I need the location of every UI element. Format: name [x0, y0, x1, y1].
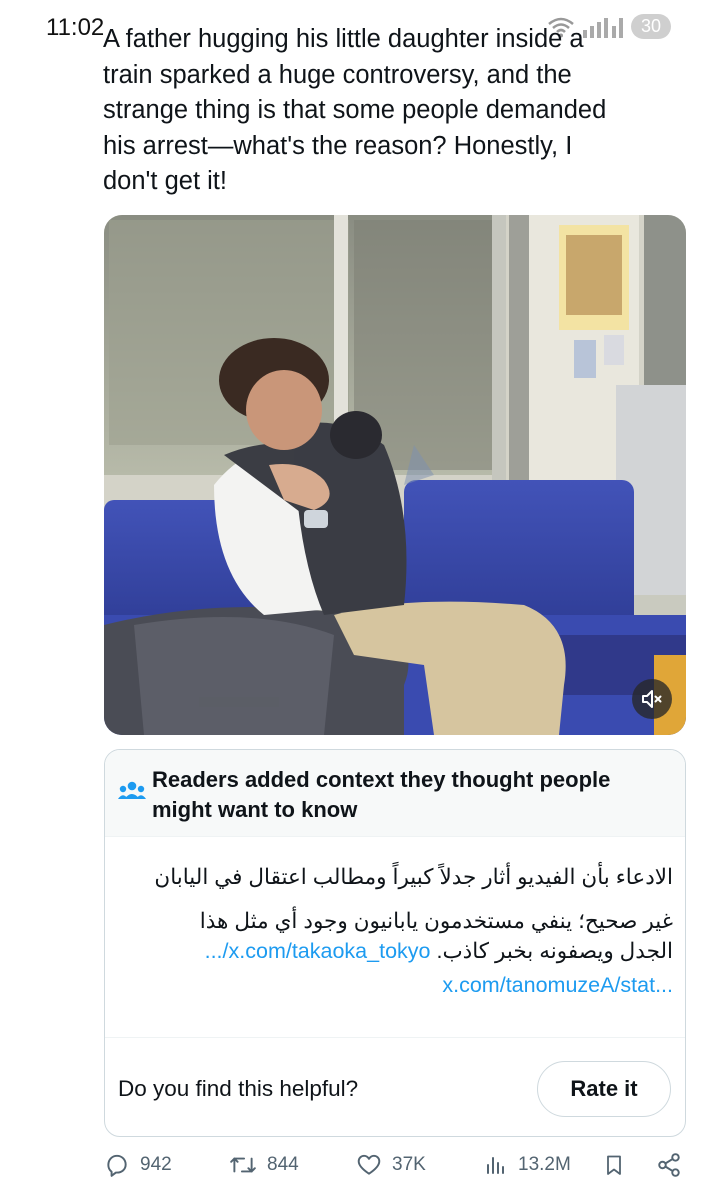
post-text-line: strange thing is that some people demand… [103, 96, 607, 124]
status-time: 11:02 [46, 14, 105, 41]
note-body-line-with-link: الجدل ويصفونه بخبر كاذب. x.com/takaoka_t… [113, 937, 673, 965]
note-body-line: غير صحيح؛ ينفي مستخدمون يابانيون وجود أي… [199, 909, 673, 933]
video-player[interactable] [104, 215, 686, 735]
bookmark-icon [607, 1155, 621, 1175]
post-text-line: A father hugging his little daughter ins… [103, 25, 584, 53]
community-note-title: Readers added context they thought peopl… [152, 765, 672, 825]
reply-button[interactable]: 942 [104, 1152, 172, 1178]
like-button[interactable]: 37K [356, 1152, 426, 1178]
mute-button[interactable] [632, 679, 672, 719]
like-count: 37K [392, 1154, 426, 1175]
helpful-question: Do you find this helpful? [118, 1076, 359, 1101]
community-note-header: Readers added context they thought peopl… [105, 750, 685, 837]
repost-icon [230, 1157, 256, 1173]
views-chart-icon [487, 1157, 504, 1174]
share-button[interactable] [656, 1152, 682, 1178]
bookmark-button[interactable] [602, 1152, 626, 1178]
post-text-line: his arrest—what's the reason? Honestly, … [103, 131, 573, 160]
post-text-line: don't get it! [103, 167, 227, 195]
helpful-row: Do you find this helpful? Rate it [105, 1037, 685, 1136]
note-body-line: الادعاء بأن الفيديو أثار جدلاً كبيراً وم… [154, 865, 673, 889]
note-source-link[interactable]: x.com/tanomuzeA/stat... [442, 973, 673, 997]
repost-button[interactable]: 844 [229, 1152, 299, 1178]
speaker-muted-icon [642, 690, 662, 708]
note-body-text: الجدل ويصفونه بخبر كاذب. [436, 939, 673, 963]
share-icon [658, 1153, 680, 1177]
note-body-line: x.com/tanomuzeA/stat... [113, 971, 673, 999]
heart-icon [357, 1154, 381, 1175]
views-button[interactable]: 13.2M [484, 1152, 571, 1178]
reply-count: 942 [140, 1154, 172, 1175]
views-count: 13.2M [518, 1154, 571, 1175]
people-icon [118, 781, 146, 799]
repost-count: 844 [267, 1154, 299, 1175]
note-title-line: Readers added context they thought peopl… [152, 767, 611, 792]
community-note-card: Readers added context they thought peopl… [104, 749, 686, 1137]
reply-icon [107, 1154, 127, 1177]
note-title-line: might want to know [152, 797, 358, 822]
rate-it-button[interactable]: Rate it [537, 1061, 671, 1117]
post-text-line: train sparked a huge controversy, and th… [103, 60, 572, 89]
post-action-bar: 942 844 37K 13.2M [104, 1152, 689, 1192]
note-source-link[interactable]: x.com/takaoka_tokyo/... [205, 939, 431, 963]
video-frame [104, 215, 686, 735]
post-text: A father hugging his little daughter ins… [103, 22, 683, 200]
